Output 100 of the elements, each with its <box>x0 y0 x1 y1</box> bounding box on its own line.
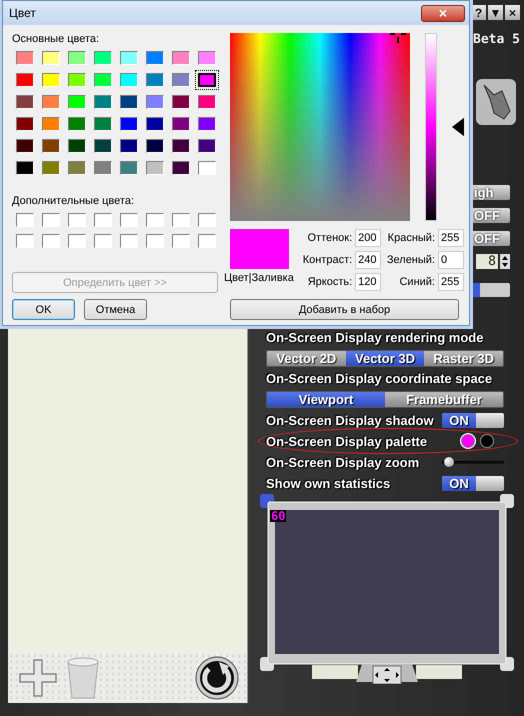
spinner-arrows-icon[interactable] <box>500 254 510 269</box>
color-swatch[interactable] <box>198 117 216 131</box>
color-swatch[interactable] <box>198 161 216 175</box>
input-field[interactable]: 0 <box>438 251 464 269</box>
preview-caption: Цвет|Заливка <box>224 272 294 284</box>
input-field[interactable]: 240 <box>355 251 382 269</box>
color-swatch[interactable] <box>68 51 86 65</box>
ok-button[interactable]: OK <box>12 299 75 320</box>
color-swatch[interactable] <box>16 161 34 175</box>
color-swatch[interactable] <box>42 51 60 65</box>
color-swatch[interactable] <box>94 95 112 109</box>
field-label: Оттенок: <box>306 232 352 244</box>
custom-color-swatch[interactable] <box>198 234 216 248</box>
title-bar-button[interactable]: ▼ <box>488 5 503 20</box>
color-swatch[interactable] <box>172 95 190 109</box>
color-swatch[interactable] <box>146 161 164 175</box>
input-field[interactable]: 255 <box>438 273 464 291</box>
custom-color-swatch[interactable] <box>146 234 164 248</box>
color-swatch[interactable] <box>172 51 190 65</box>
color-swatch[interactable] <box>68 73 86 87</box>
color-swatch[interactable] <box>120 117 138 131</box>
color-swatch[interactable] <box>198 139 216 153</box>
color-swatch[interactable] <box>42 139 60 153</box>
color-swatch[interactable] <box>146 95 164 109</box>
color-swatch[interactable] <box>94 117 112 131</box>
color-swatch[interactable] <box>120 51 138 65</box>
color-swatch[interactable] <box>146 117 164 131</box>
segment-option[interactable]: Viewport <box>267 392 385 407</box>
input-field[interactable]: 255 <box>438 229 464 247</box>
custom-color-swatch[interactable] <box>120 213 138 227</box>
slider-bar[interactable] <box>470 283 510 297</box>
color-swatch[interactable] <box>120 73 138 87</box>
cancel-button[interactable]: Отмена <box>84 299 147 320</box>
setting-label: On-Screen Display palette <box>266 434 428 448</box>
segment-option[interactable]: Vector 3D <box>346 351 424 366</box>
color-swatch[interactable] <box>94 161 112 175</box>
palette-color-dot[interactable] <box>461 434 475 448</box>
arrow-marker-icon[interactable] <box>452 117 464 137</box>
custom-color-swatch[interactable] <box>94 234 112 248</box>
trash-icon[interactable] <box>66 656 100 700</box>
custom-color-swatch[interactable] <box>146 213 164 227</box>
color-swatch[interactable] <box>16 51 34 65</box>
custom-color-swatch[interactable] <box>42 234 60 248</box>
field-label: Яркость: <box>306 276 352 288</box>
color-swatch[interactable] <box>172 117 190 131</box>
color-swatch[interactable] <box>68 95 86 109</box>
color-swatch[interactable] <box>172 161 190 175</box>
color-swatch[interactable] <box>16 117 34 131</box>
color-swatch[interactable] <box>68 117 86 131</box>
color-swatch[interactable] <box>146 73 164 87</box>
spinner-value[interactable]: 8 <box>476 254 498 269</box>
color-swatch[interactable] <box>68 161 86 175</box>
color-swatch[interactable] <box>42 95 60 109</box>
color-swatch[interactable] <box>172 73 190 87</box>
basic-colors-label: Основные цвета: <box>12 33 100 45</box>
palette-color-dot[interactable] <box>480 434 494 448</box>
input-field[interactable]: 120 <box>355 273 382 291</box>
color-swatch[interactable] <box>120 161 138 175</box>
custom-color-swatch[interactable] <box>120 234 138 248</box>
custom-color-swatch[interactable] <box>16 234 34 248</box>
toggle-switch[interactable]: ON <box>442 476 504 490</box>
osd-framerate: 60 <box>270 510 286 522</box>
add-to-custom-button[interactable]: Добавить в набор <box>230 299 459 320</box>
custom-color-swatch[interactable] <box>16 213 34 227</box>
custom-color-swatch[interactable] <box>68 213 86 227</box>
toggle-switch[interactable]: ON <box>442 412 504 428</box>
color-swatch[interactable] <box>68 139 86 153</box>
slider-thumb[interactable] <box>444 457 454 467</box>
color-swatch[interactable] <box>120 95 138 109</box>
setting-label: On-Screen Display coordinate space <box>266 371 492 386</box>
custom-color-swatch[interactable] <box>42 213 60 227</box>
custom-color-swatch[interactable] <box>198 213 216 227</box>
field-label: Красный: <box>386 232 435 244</box>
color-swatch[interactable] <box>42 117 60 131</box>
color-swatch[interactable] <box>198 73 216 87</box>
color-swatch[interactable] <box>198 95 216 109</box>
color-swatch[interactable] <box>120 139 138 153</box>
color-swatch[interactable] <box>94 139 112 153</box>
luminance-bar[interactable] <box>425 33 437 221</box>
color-swatch[interactable] <box>94 51 112 65</box>
custom-color-swatch[interactable] <box>68 234 86 248</box>
custom-color-swatch[interactable] <box>94 213 112 227</box>
zoom-slider[interactable] <box>442 457 504 467</box>
color-swatch[interactable] <box>198 51 216 65</box>
color-swatch[interactable] <box>16 95 34 109</box>
title-bar-button[interactable]: × <box>505 5 520 20</box>
color-swatch[interactable] <box>42 161 60 175</box>
input-field[interactable]: 200 <box>355 229 382 247</box>
refresh-icon[interactable] <box>195 656 239 700</box>
color-swatch[interactable] <box>16 139 34 153</box>
color-swatch[interactable] <box>94 73 112 87</box>
color-swatch[interactable] <box>146 51 164 65</box>
color-swatch[interactable] <box>16 73 34 87</box>
custom-color-swatch[interactable] <box>172 234 190 248</box>
setting-label: On-Screen Display shadow <box>266 412 434 428</box>
color-swatch[interactable] <box>42 73 60 87</box>
color-swatch[interactable] <box>146 139 164 153</box>
color-swatch[interactable] <box>172 139 190 153</box>
color-spectrum[interactable] <box>230 33 410 221</box>
custom-color-swatch[interactable] <box>172 213 190 227</box>
